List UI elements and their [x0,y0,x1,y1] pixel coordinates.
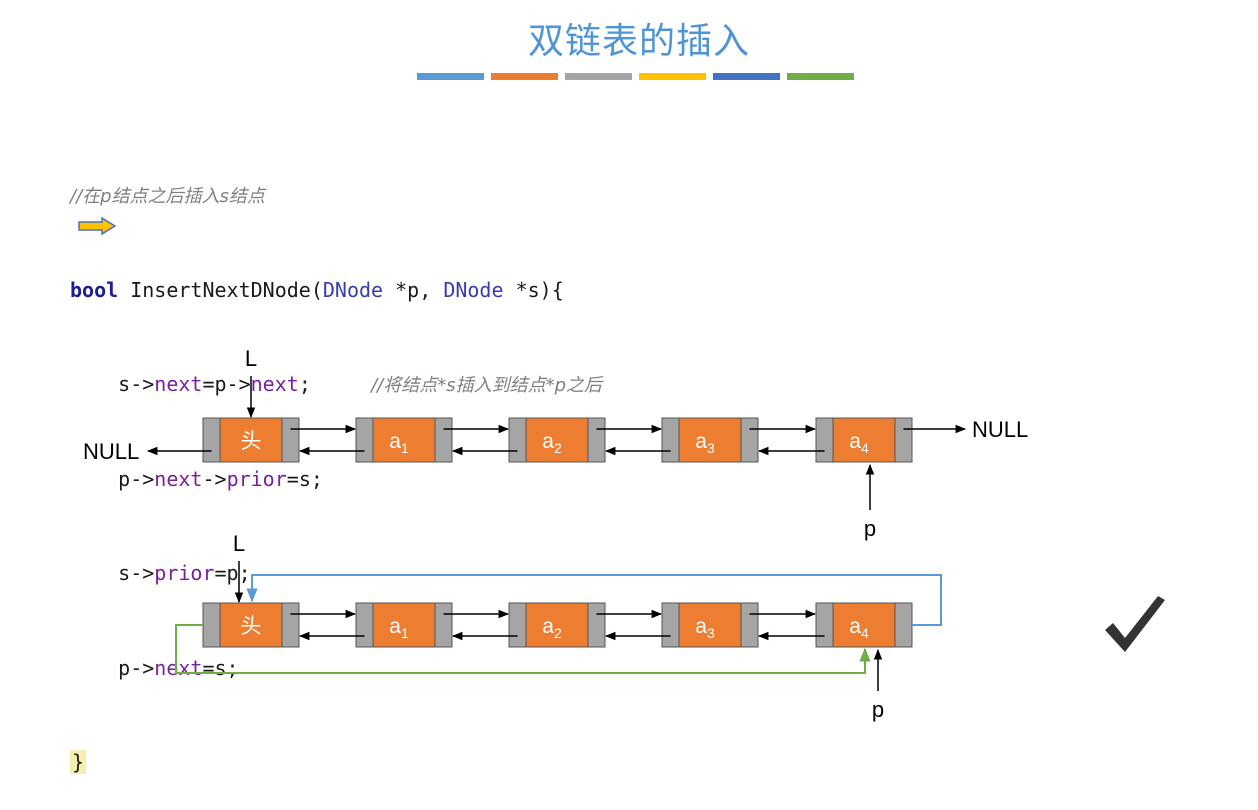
node-subscript: 3 [707,625,715,641]
node-subscript: 1 [401,440,409,456]
node-prior-field [508,417,527,463]
p-pointer-label: p [864,516,876,541]
node-next-field [281,602,300,648]
node-next-field [740,602,759,648]
code-brace: } [70,750,87,774]
linked-list-bottom: 头 a1 a2 a3 a4Lp [175,531,942,722]
node-label: 头 [241,615,262,638]
node-prior-field [202,602,221,648]
node-subscript: 4 [861,440,869,456]
code-close-line: } [70,747,602,779]
node-next-field [281,417,300,463]
node-prior-field [661,417,680,463]
node-next-field [434,417,453,463]
node-subscript: 1 [401,625,409,641]
node-prior-field [815,417,834,463]
node-subscript: 4 [861,625,869,641]
head-pointer-label: L [245,346,257,371]
check-mark-icon [1105,596,1165,652]
node-next-field [740,417,759,463]
node-next-field [894,417,913,463]
head-pointer-label: L [233,531,245,556]
node-prior-field [355,602,374,648]
node-prior-field [815,602,834,648]
node-prior-field [355,417,374,463]
node-next-field [587,602,606,648]
node-label: 头 [241,430,262,453]
node-next-field [434,602,453,648]
linked-list-top: 头 a1 a2 a3 a4LpNULLNULL [83,346,1028,541]
right-null-label: NULL [972,417,1028,442]
node-prior-field [661,602,680,648]
node-subscript: 2 [554,440,562,456]
node-prior-field [202,417,221,463]
linked-list-diagram: 头 a1 a2 a3 a4LpNULLNULL 头 a1 a2 a3 a4Lp [83,346,1028,722]
p-pointer-label: p [872,697,884,722]
node-next-field [894,602,913,648]
left-null-label: NULL [83,439,139,464]
node-subscript: 3 [707,440,715,456]
node-subscript: 2 [554,625,562,641]
node-prior-field [508,602,527,648]
node-next-field [587,417,606,463]
